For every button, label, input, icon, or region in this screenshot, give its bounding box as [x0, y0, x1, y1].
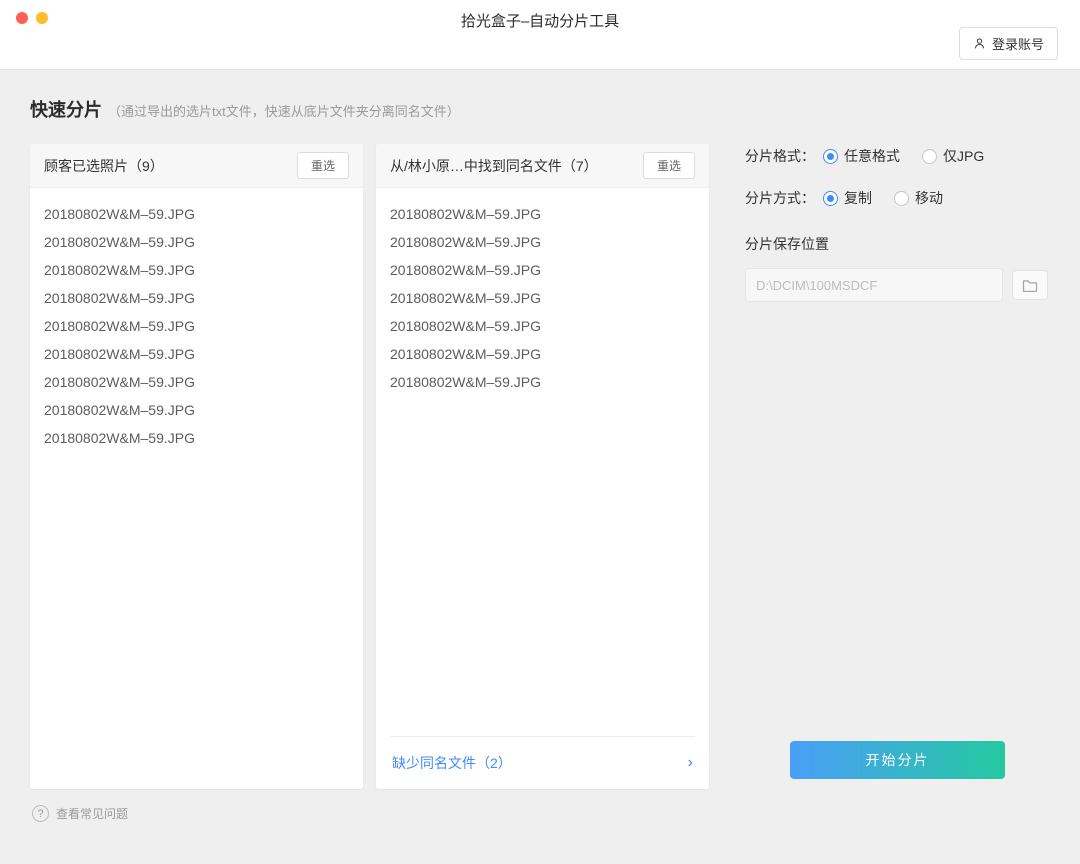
main-content: 快速分片 （通过导出的选片txt文件，快速从底片文件夹分离同名文件） 顾客已选照… — [0, 70, 1080, 789]
page-head: 快速分片 （通过导出的选片txt文件，快速从底片文件夹分离同名文件） — [30, 96, 1050, 122]
faq-label: 查看常见问题 — [56, 807, 129, 821]
selected-photos-file-list: 20180802W&M–59.JPG 20180802W&M–59.JPG 2018… — [30, 188, 363, 789]
selected-photos-panel-header: 顾客已选照片（9） 重选 — [30, 144, 363, 188]
radio-jpg-only[interactable]: 仅JPG — [922, 146, 984, 166]
chevron-right-icon: › — [687, 754, 693, 771]
matched-files-panel-header: 从/林小原…中找到同名文件（7） 重选 — [376, 144, 709, 188]
matched-files-panel: 从/林小原…中找到同名文件（7） 重选 20180802W&M–59.JPG 20… — [376, 144, 709, 789]
radio-move[interactable]: 移动 — [894, 188, 943, 208]
reselect-matched-button[interactable]: 重选 — [642, 152, 695, 179]
page-subtitle: （通过导出的选片txt文件，快速从底片文件夹分离同名文件） — [108, 104, 460, 119]
person-icon — [973, 37, 986, 50]
radio-jpg-only-label: 仅JPG — [943, 148, 985, 164]
save-location-label: 分片保存位置 — [745, 236, 829, 252]
matched-files-panel-title: 从/林小原…中找到同名文件（7） — [390, 157, 598, 174]
mode-row: 分片方式： 复制 移动 — [745, 188, 1050, 208]
radio-any-format-label: 任意格式 — [844, 148, 900, 164]
file-item: 20180802W&M–59.JPG — [390, 346, 541, 362]
file-item: 20180802W&M–59.JPG — [44, 318, 195, 334]
selected-photos-panel: 顾客已选照片（9） 重选 20180802W&M–59.JPG 20180802W… — [30, 144, 363, 789]
login-button[interactable]: 登录账号 — [958, 27, 1058, 60]
file-item: 20180802W&M–59.JPG — [390, 374, 541, 390]
file-item: 20180802W&M–59.JPG — [390, 290, 541, 306]
radio-move-label: 移动 — [915, 190, 943, 206]
file-item: 20180802W&M–59.JPG — [390, 206, 541, 222]
browse-folder-button[interactable] — [1012, 270, 1048, 300]
reselect-selected-button[interactable]: 重选 — [296, 152, 349, 179]
file-item: 20180802W&M–59.JPG — [390, 234, 541, 250]
window-title: 拾光盒子–自动分片工具 — [460, 13, 620, 30]
file-item: 20180802W&M–59.JPG — [44, 262, 195, 278]
radio-any-format-circle — [823, 148, 838, 164]
file-item: 20180802W&M–59.JPG — [44, 374, 195, 390]
radio-any-format[interactable]: 任意格式 — [823, 146, 900, 166]
file-item: 20180802W&M–59.JPG — [44, 430, 195, 446]
help-icon: ? — [32, 805, 49, 822]
selected-photos-panel-title: 顾客已选照片（9） — [44, 157, 164, 174]
file-item: 20180802W&M–59.JPG — [44, 402, 195, 418]
titlebar: 拾光盒子–自动分片工具 登录账号 — [0, 0, 1080, 70]
radio-copy-circle — [823, 190, 838, 206]
faq-link[interactable]: ? 查看常见问题 — [32, 805, 1080, 822]
radio-copy-label: 复制 — [844, 190, 872, 206]
radio-jpg-only-circle — [922, 148, 937, 164]
format-label: 分片格式： — [745, 148, 815, 164]
file-item: 20180802W&M–59.JPG — [44, 346, 195, 362]
matched-files-file-list: 20180802W&M–59.JPG 20180802W&M–59.JPG 2018… — [376, 188, 709, 736]
file-item: 20180802W&M–59.JPG — [44, 206, 195, 222]
radio-copy[interactable]: 复制 — [823, 188, 872, 208]
missing-files-link[interactable]: 缺少同名文件（2） › — [390, 736, 695, 789]
mode-label: 分片方式： — [745, 190, 815, 206]
start-slicing-button[interactable]: 开始分片 — [790, 741, 1005, 779]
options-column: 分片格式： 任意格式 仅JPG 分片方式： 复制 移动 分片保存位置 D:\DC… — [745, 144, 1050, 789]
mode-radio-group: 复制 移动 — [823, 188, 943, 208]
page-title: 快速分片 — [30, 100, 102, 120]
save-path-input[interactable] — [745, 268, 1003, 302]
file-item: 20180802W&M–59.JPG — [390, 262, 541, 278]
file-item: 20180802W&M–59.JPG — [44, 234, 195, 250]
save-path-row — [745, 268, 1050, 302]
format-row: 分片格式： 任意格式 仅JPG — [745, 146, 1050, 166]
format-radio-group: 任意格式 仅JPG — [823, 146, 984, 166]
login-button-label: 登录账号 — [991, 37, 1044, 52]
missing-files-label: 缺少同名文件（2） — [392, 755, 512, 771]
folder-icon — [1022, 279, 1038, 292]
radio-move-circle — [894, 190, 909, 206]
file-item: 20180802W&M–59.JPG — [390, 318, 541, 334]
file-item: 20180802W&M–59.JPG — [44, 290, 195, 306]
